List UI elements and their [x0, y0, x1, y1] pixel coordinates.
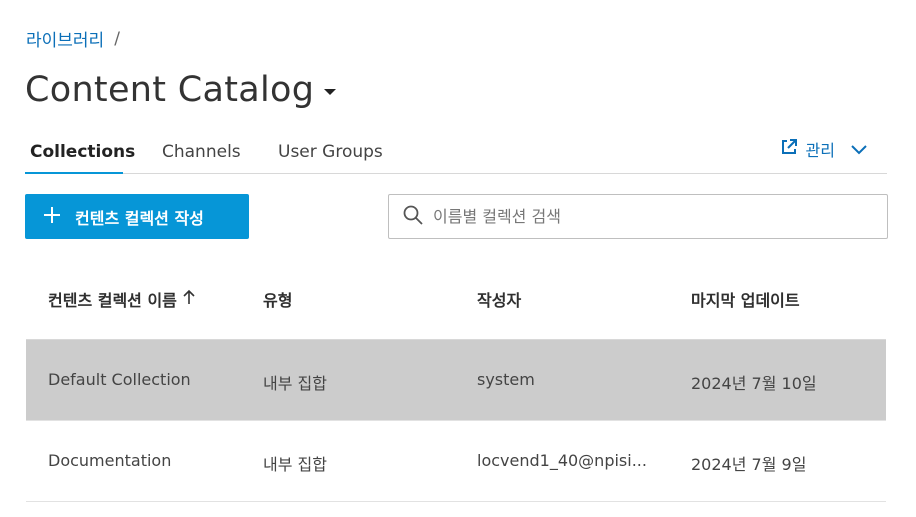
plus-icon	[43, 206, 61, 228]
search-box	[388, 194, 888, 239]
tab-bar: Collections Channels User Groups	[25, 130, 887, 174]
create-collection-button[interactable]: 컨텐츠 컬렉션 작성	[25, 194, 249, 239]
manage-label: 관리	[805, 141, 835, 160]
chevron-down-icon	[851, 140, 867, 159]
column-header-author[interactable]: 작성자	[477, 287, 657, 311]
manage-menu[interactable]: 관리	[780, 137, 867, 161]
column-header-name[interactable]: 컨텐츠 컬렉션 이름	[48, 287, 248, 311]
column-header-updated[interactable]: 마지막 업데이트	[691, 287, 881, 311]
cell-author: system	[477, 370, 535, 389]
active-tab-indicator	[25, 172, 123, 174]
column-header-type[interactable]: 유형	[263, 287, 453, 311]
caret-down-icon	[324, 89, 337, 95]
cell-name: Default Collection	[48, 370, 191, 389]
cell-updated: 2024년 7월 10일	[691, 374, 817, 393]
tab-channels[interactable]: Channels	[162, 142, 241, 162]
tab-collections[interactable]: Collections	[30, 142, 135, 162]
table-row[interactable]: Default Collection 내부 집합 system 2024년 7월…	[26, 340, 886, 421]
breadcrumb-separator: /	[114, 28, 120, 49]
cell-author: locvend1_40@npisi...	[477, 451, 647, 470]
tab-user-groups[interactable]: User Groups	[278, 142, 383, 162]
cell-updated: 2024년 7월 9일	[691, 455, 807, 474]
table-header: 컨텐츠 컬렉션 이름 유형 작성자 마지막 업데이트	[26, 260, 886, 340]
search-input[interactable]	[433, 207, 873, 226]
create-collection-label: 컨텐츠 컬렉션 작성	[75, 208, 204, 228]
breadcrumb-library-link[interactable]: 라이브러리	[26, 26, 104, 51]
breadcrumb: 라이브러리 /	[26, 26, 120, 52]
search-icon	[403, 205, 423, 229]
arrow-up-icon	[183, 289, 195, 309]
cell-type: 내부 집합	[263, 455, 327, 474]
collections-table: 컨텐츠 컬렉션 이름 유형 작성자 마지막 업데이트 Default Colle…	[26, 260, 886, 502]
external-link-icon	[780, 138, 798, 160]
catalog-selector[interactable]: Content Catalog	[25, 70, 337, 110]
cell-type: 내부 집합	[263, 374, 327, 393]
cell-name: Documentation	[48, 451, 172, 470]
table-row[interactable]: Documentation 내부 집합 locvend1_40@npisi...…	[26, 421, 886, 502]
page-title: Content Catalog	[25, 70, 315, 110]
